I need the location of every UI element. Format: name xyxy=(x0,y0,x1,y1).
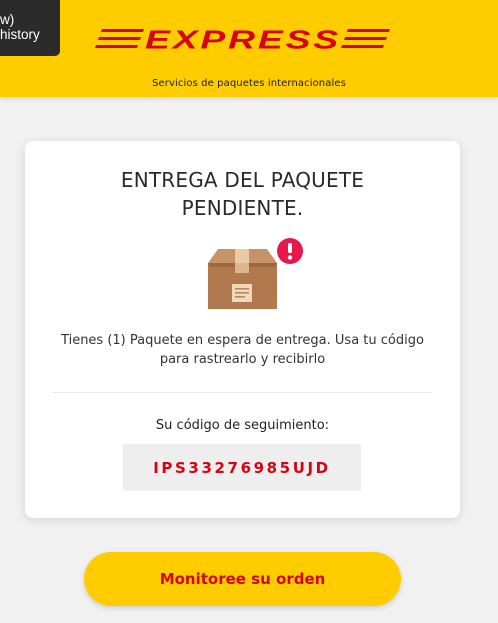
tagline: Servicios de paquetes internacionales xyxy=(152,78,346,89)
delivery-card: ENTREGA DEL PAQUETE PENDIENTE. Tienes (1… xyxy=(25,141,460,518)
exclamation-badge-icon xyxy=(277,238,303,264)
tracking-code-label: Su código de seguimiento: xyxy=(155,418,330,433)
tooltip-line-2: history xyxy=(0,27,40,42)
divider xyxy=(53,392,432,393)
logo-text: EXPRESS xyxy=(145,26,341,52)
history-tooltip: w) history xyxy=(0,0,60,56)
tooltip-line-1: w) xyxy=(0,12,15,27)
express-logo: EXPRESS xyxy=(95,26,390,52)
tracking-code-value: IPS33276985UJD xyxy=(153,458,331,477)
card-title-line-1: ENTREGA DEL PAQUETE xyxy=(120,168,365,192)
tracking-code-box: IPS33276985UJD xyxy=(123,444,361,491)
card-title-line-2: PENDIENTE. xyxy=(181,196,304,220)
package-icon xyxy=(208,238,303,309)
card-title: ENTREGA DEL PAQUETE PENDIENTE. xyxy=(25,166,460,222)
pending-description: Tienes (1) Paquete en espera de entrega.… xyxy=(61,333,424,367)
header-bar: w) history EXPRESS Servicios de paquetes… xyxy=(0,0,498,97)
track-order-button[interactable]: Monitoree su orden xyxy=(84,552,401,606)
